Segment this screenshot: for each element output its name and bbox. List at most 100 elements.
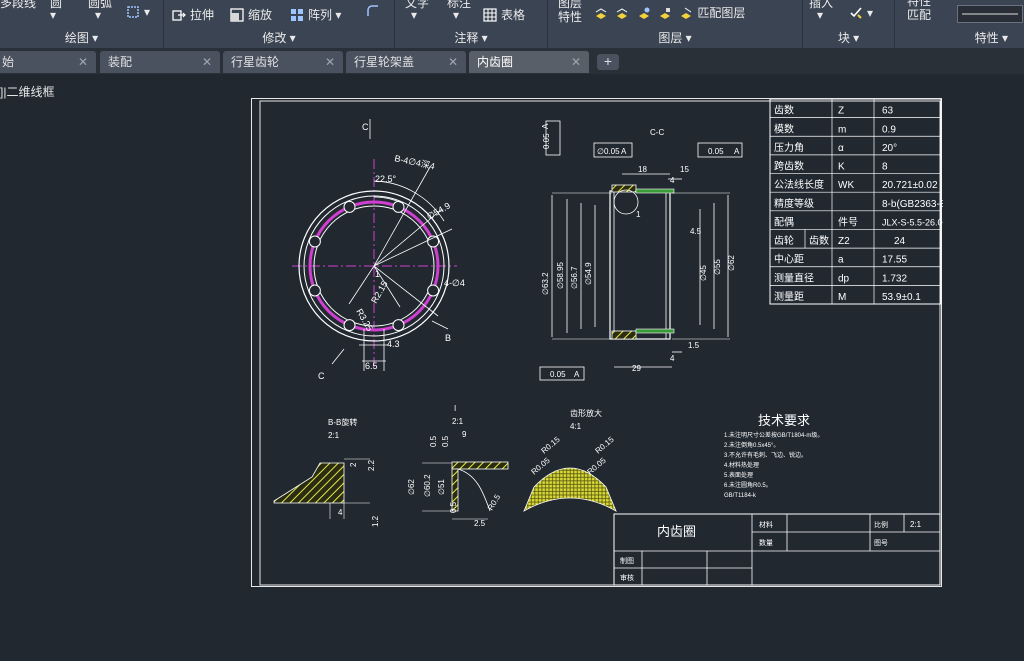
dim-label: ∅63.2 bbox=[541, 272, 550, 295]
tech-line: 1.未注明尺寸公差按GB/T1804-m级。 bbox=[724, 431, 823, 439]
new-tab-button[interactable]: + bbox=[597, 54, 619, 70]
layer-properties-tool[interactable]: 图层特性 bbox=[556, 0, 584, 24]
match-properties-tool[interactable]: 特性匹配 bbox=[905, 0, 933, 22]
drawing-sheet[interactable]: C C B B-4∅4深4 22.5° ∅54.9 4-∅4 R2.15 R3.… bbox=[251, 98, 943, 588]
draw-panel-title[interactable]: 绘图 ▾ bbox=[0, 29, 163, 46]
dim-label: A bbox=[734, 147, 740, 156]
dim-label: 0.5 bbox=[429, 435, 438, 447]
layer-isolate-icon bbox=[595, 8, 607, 19]
modify-panel: 拉伸 缩放 阵列 ▾ 修改 ▾ bbox=[164, 0, 395, 48]
chevron-down-icon[interactable]: ▾ bbox=[453, 8, 459, 22]
section-c-bottom: C bbox=[318, 371, 325, 381]
close-icon[interactable]: ✕ bbox=[448, 51, 458, 73]
dim-label: ∅60.2 bbox=[423, 474, 432, 497]
detail-scale: 2:1 bbox=[328, 431, 340, 440]
dim-label: 4 bbox=[338, 508, 343, 517]
detail-bb bbox=[273, 458, 370, 519]
dim-label: ∅0.05 bbox=[597, 147, 620, 156]
table-cell: 测量距 bbox=[774, 290, 804, 303]
tab-planet-carrier-cover[interactable]: 行星轮架盖 ✕ bbox=[346, 51, 466, 73]
dim-label: B-4∅4深4 bbox=[394, 153, 436, 171]
dim-label: 4-∅4 bbox=[444, 278, 465, 288]
table-cell: JLX-S-5.5-26.0-06.0-004 bbox=[882, 217, 943, 227]
table-cell: 8-b(GB2363-80) bbox=[882, 199, 943, 210]
tech-line: 4.材料热处理 bbox=[724, 461, 759, 469]
dim-label: 4 bbox=[670, 176, 675, 185]
rectangle-tool[interactable]: ▾ bbox=[126, 5, 150, 19]
scale-icon bbox=[230, 8, 244, 22]
match-layer-icon bbox=[681, 7, 692, 19]
close-icon[interactable]: ✕ bbox=[325, 51, 335, 73]
properties-panel-title[interactable]: 特性 ▾ bbox=[895, 29, 1024, 46]
linetype-dropdown[interactable] bbox=[957, 5, 1023, 23]
section-c-top: C bbox=[362, 122, 369, 132]
annotation-panel-title[interactable]: 注释 ▾ bbox=[395, 29, 547, 46]
scale-tool[interactable]: 缩放 bbox=[230, 6, 272, 23]
fillet-tool[interactable] bbox=[366, 4, 384, 18]
block-edit-icon bbox=[850, 7, 862, 19]
array-tool[interactable]: 阵列 ▾ bbox=[290, 6, 341, 23]
detail-scale: 4:1 bbox=[570, 422, 582, 431]
dim-label: ∅58.95 bbox=[556, 261, 565, 289]
dim-label: A bbox=[574, 370, 580, 379]
block-edit-tool[interactable]: ▾ bbox=[849, 6, 873, 20]
dim-label: ∅56.7 bbox=[570, 266, 579, 289]
table-cell: Z2 bbox=[838, 236, 850, 247]
layers-panel: 图层特性 匹配图层 图层 ▾ bbox=[548, 0, 803, 48]
table-cell: 20.721±0.02 bbox=[882, 180, 938, 191]
dim-label: 1 bbox=[375, 269, 380, 279]
table-icon bbox=[483, 8, 497, 22]
detail-title: B-B旋转 bbox=[328, 417, 357, 427]
chevron-down-icon[interactable]: ▾ bbox=[95, 8, 101, 22]
viewport-controls[interactable]: ]|二维线框 bbox=[0, 83, 54, 100]
dim-label: 0.05 bbox=[542, 133, 551, 149]
leader-label: 1 bbox=[636, 210, 641, 219]
detail-tooth-labels: 齿形放大 4:1 R0.15 R0.15 R0.05 R0.05 bbox=[530, 408, 617, 477]
params-table: 齿数 Z 63 模数 m 0.9 压力角 α 20° 跨齿数 K 8 公法线长度 WK 20.721±0.0… bbox=[769, 99, 943, 305]
part-name: 内齿圈 bbox=[657, 524, 696, 539]
bolt-hole bbox=[392, 319, 405, 332]
rectangle-icon bbox=[127, 6, 139, 18]
layers-panel-title[interactable]: 图层 ▾ bbox=[548, 29, 802, 46]
linetype-icon bbox=[962, 13, 1018, 15]
bolt-hole bbox=[308, 284, 321, 297]
file-tabs: 始 ✕ 装配 ✕ 行星齿轮 ✕ 行星轮架盖 ✕ 内齿圈 ✕ + bbox=[0, 49, 1024, 74]
table-cell: 精度等级 bbox=[774, 197, 814, 210]
chevron-down-icon[interactable]: ▾ bbox=[817, 8, 823, 22]
tab-start[interactable]: 始 ✕ bbox=[0, 51, 96, 73]
table-cell: 20° bbox=[882, 143, 897, 154]
close-icon[interactable]: ✕ bbox=[571, 51, 581, 73]
drawing-canvas[interactable]: C C B B-4∅4深4 22.5° ∅54.9 4-∅4 R2.15 R3.… bbox=[252, 99, 943, 588]
table-cell: dp bbox=[838, 273, 850, 284]
modify-panel-title[interactable]: 修改 ▾ bbox=[164, 29, 394, 46]
table-cell: 1.732 bbox=[882, 273, 907, 284]
tech-line: 6.未注圆角R0.5。 bbox=[724, 481, 772, 489]
chevron-down-icon[interactable]: ▾ bbox=[411, 8, 417, 22]
material-label: 材料 bbox=[759, 520, 773, 529]
dim-label: 22.5° bbox=[375, 174, 397, 184]
dim-label: R0.05 bbox=[530, 456, 553, 477]
section-view-labels: C-C 0.05 A 18 15 4.5 1 4 4 1.5 29 ∅63.2 … bbox=[541, 123, 740, 379]
dim-label: ∅62 bbox=[727, 255, 736, 271]
stretch-tool[interactable]: 拉伸 bbox=[172, 6, 214, 23]
dim-label: R0.15 bbox=[540, 435, 563, 456]
tab-planet-gear[interactable]: 行星齿轮 ✕ bbox=[223, 51, 343, 73]
close-icon[interactable]: ✕ bbox=[202, 51, 212, 73]
table-cell: 齿数 bbox=[774, 104, 794, 117]
layer-tools[interactable]: 匹配图层 bbox=[594, 4, 745, 21]
chevron-down-icon[interactable]: ▾ bbox=[50, 8, 56, 22]
dim-label: 2 bbox=[349, 462, 358, 467]
tab-ring-gear[interactable]: 内齿圈 ✕ bbox=[469, 51, 589, 73]
bolt-hole bbox=[343, 200, 356, 213]
tech-line: 5.表面处理 bbox=[724, 471, 753, 479]
table-tool[interactable]: 表格 bbox=[483, 6, 525, 23]
dim-label: 6.5 bbox=[365, 361, 378, 371]
block-panel-title[interactable]: 块 ▾ bbox=[803, 29, 894, 46]
bolt-hole bbox=[343, 319, 356, 332]
dim-label: R0.05 bbox=[586, 456, 609, 477]
tab-assembly[interactable]: 装配 ✕ bbox=[100, 51, 220, 73]
table-cell: 17.55 bbox=[882, 255, 907, 266]
close-icon[interactable]: ✕ bbox=[78, 51, 88, 73]
polyline-tool[interactable]: 多段线 bbox=[0, 0, 36, 11]
array-icon bbox=[291, 9, 303, 21]
